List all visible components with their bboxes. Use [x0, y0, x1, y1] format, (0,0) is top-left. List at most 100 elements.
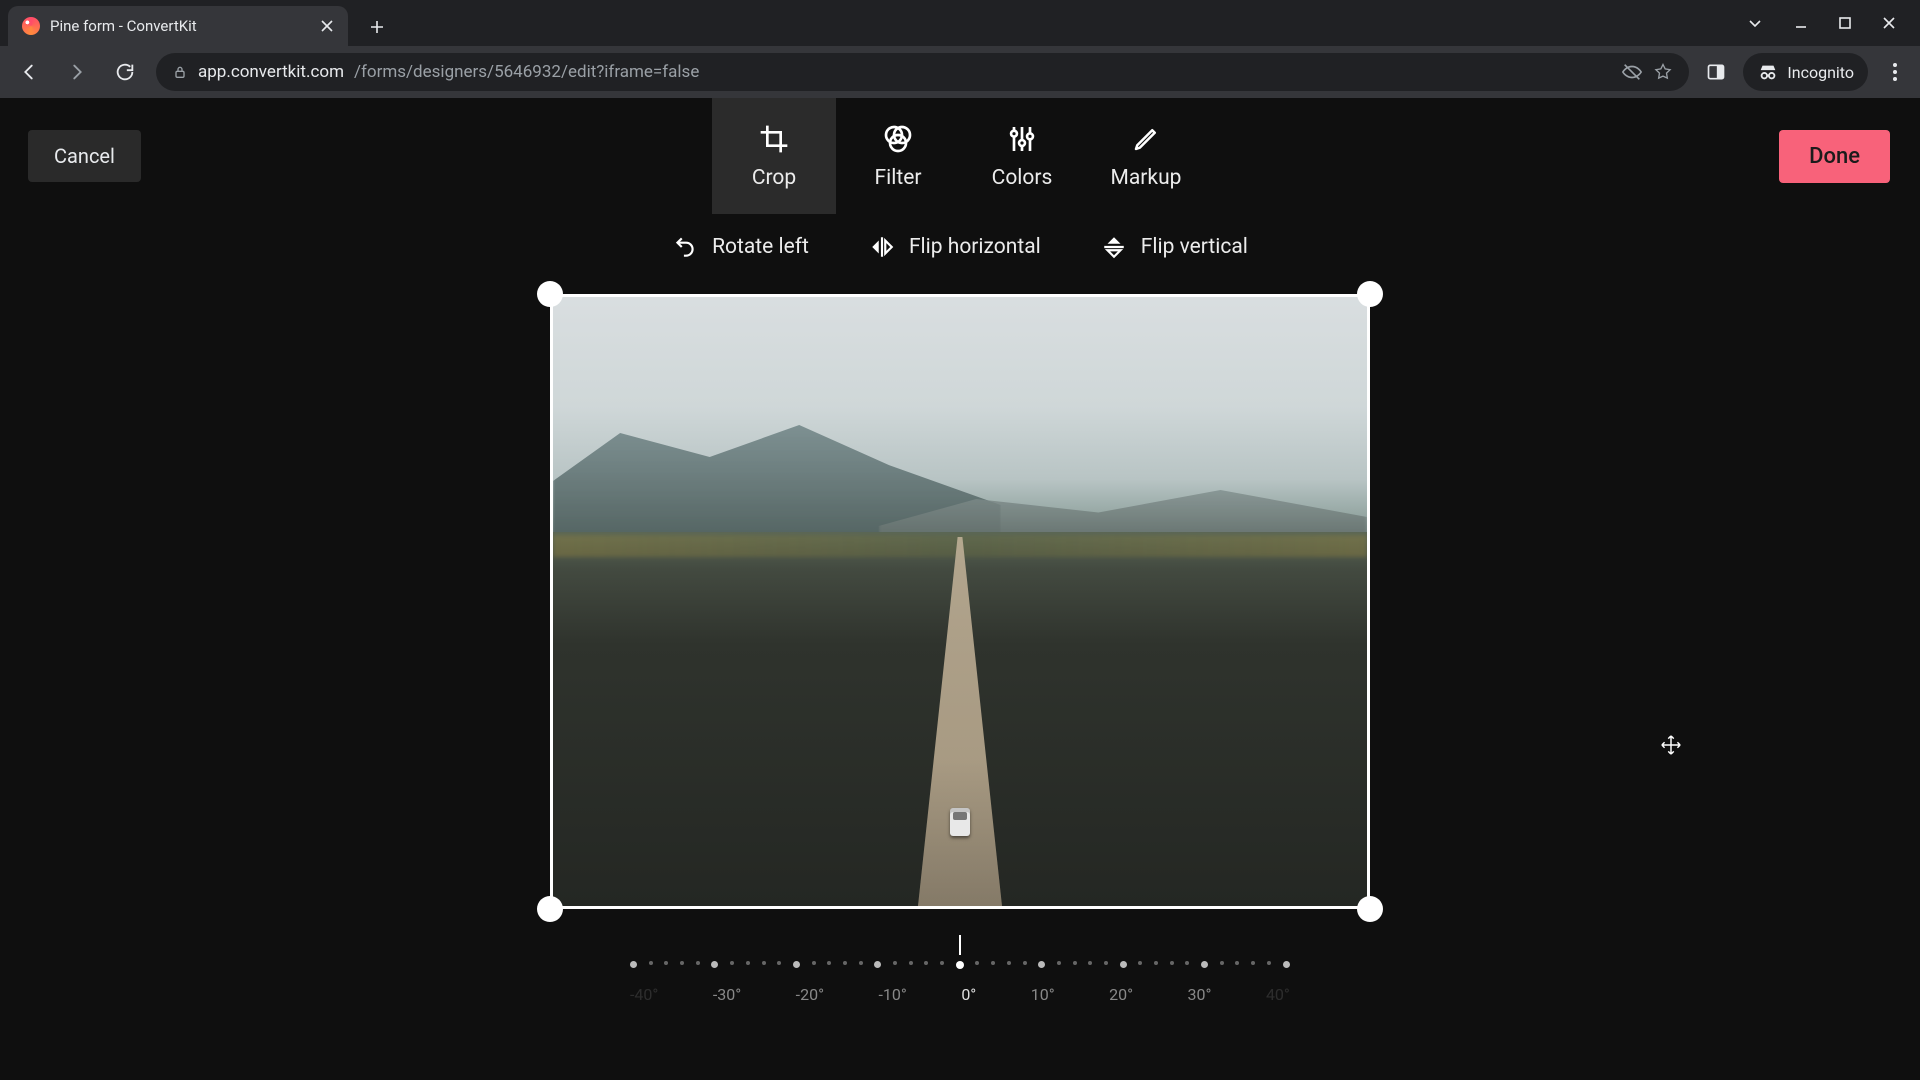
dial-tick [1154, 961, 1158, 965]
tab-colors-label: Colors [992, 166, 1053, 190]
filter-icon [881, 122, 915, 156]
dial-tick [956, 961, 964, 969]
dial-tick [1220, 961, 1224, 965]
tab-title: Pine form - ConvertKit [50, 17, 310, 35]
dial-tick [1251, 961, 1255, 965]
dial-tick [975, 961, 979, 965]
tab-colors[interactable]: Colors [960, 98, 1084, 214]
side-panel-icon[interactable] [1703, 59, 1729, 85]
tab-crop[interactable]: Crop [712, 98, 836, 214]
dial-tick [762, 961, 766, 965]
dial-label: 0° [961, 985, 976, 1004]
dial-label: -20° [796, 985, 824, 1004]
dial-tick [1283, 961, 1290, 968]
url-path: /forms/designers/5646932/edit?iframe=fal… [354, 62, 699, 82]
dial-tick [812, 961, 816, 965]
address-bar: app.convertkit.com/forms/designers/56469… [0, 46, 1920, 98]
minimize-icon[interactable] [1794, 16, 1808, 30]
lock-icon [172, 64, 188, 80]
dial-tick [1023, 961, 1027, 965]
favicon-icon [22, 17, 40, 35]
omnibox[interactable]: app.convertkit.com/forms/designers/56469… [156, 53, 1689, 91]
back-button[interactable] [12, 55, 46, 89]
dial-tick [843, 961, 847, 965]
dial-tick [680, 961, 684, 965]
dial-tick [1235, 961, 1239, 965]
dial-tick [1104, 961, 1108, 965]
close-tab-icon[interactable] [320, 19, 334, 33]
dial-tick [649, 961, 653, 965]
image-editor: Cancel Crop Filter Colors Markup Done [0, 98, 1920, 1080]
browser-tab[interactable]: Pine form - ConvertKit [8, 6, 348, 46]
dial-tick [859, 961, 863, 965]
bookmark-star-icon[interactable] [1653, 62, 1673, 82]
crop-handle-top-right[interactable] [1357, 281, 1383, 307]
dial-label: -10° [878, 985, 906, 1004]
dial-tick [1038, 961, 1045, 968]
crop-frame[interactable] [550, 294, 1370, 909]
incognito-label: Incognito [1787, 63, 1854, 82]
browser-chrome: Pine form - ConvertKit app.convertkit.co… [0, 0, 1920, 98]
dial-label: 30° [1188, 985, 1212, 1004]
rotate-left-button[interactable]: Rotate left [672, 234, 809, 260]
new-tab-button[interactable] [362, 12, 392, 42]
dial-needle [959, 935, 961, 955]
dial-tick [1267, 961, 1271, 965]
crop-handle-bottom-left[interactable] [537, 896, 563, 922]
crop-icon [757, 122, 791, 156]
dial-tick [696, 961, 700, 965]
crop-canvas[interactable] [550, 294, 1370, 909]
pencil-icon [1129, 122, 1163, 156]
dial-tick [1007, 961, 1011, 965]
tab-bar: Pine form - ConvertKit [0, 0, 1920, 46]
dial-tick [777, 961, 781, 965]
incognito-chip[interactable]: Incognito [1743, 53, 1868, 91]
crop-handle-bottom-right[interactable] [1357, 896, 1383, 922]
dial-track[interactable] [630, 961, 1290, 975]
tab-filter[interactable]: Filter [836, 98, 960, 214]
dial-tick [1201, 961, 1208, 968]
incognito-eye-icon[interactable] [1621, 61, 1643, 83]
dial-tick [874, 961, 881, 968]
maximize-icon[interactable] [1838, 16, 1852, 30]
flip-vertical-button[interactable]: Flip vertical [1101, 234, 1248, 260]
dial-tick [924, 961, 928, 965]
kebab-menu-icon[interactable] [1882, 59, 1908, 85]
image-preview[interactable] [553, 297, 1367, 906]
dial-tick [730, 961, 734, 965]
dial-tick [1170, 961, 1174, 965]
tab-search-icon[interactable] [1746, 14, 1764, 32]
dial-tick [1120, 961, 1127, 968]
sliders-icon [1005, 122, 1039, 156]
cancel-button[interactable]: Cancel [28, 130, 141, 182]
move-cursor-icon [1660, 734, 1682, 756]
mode-tabs: Crop Filter Colors Markup [712, 98, 1208, 214]
dial-labels: -40°-30°-20°-10°0°10°20°30°40° [630, 985, 1290, 1004]
flip-horizontal-button[interactable]: Flip horizontal [869, 234, 1041, 260]
tab-markup[interactable]: Markup [1084, 98, 1208, 214]
window-controls [1722, 0, 1920, 46]
dial-label: -40° [630, 985, 658, 1004]
done-label: Done [1809, 144, 1860, 169]
dial-tick [991, 961, 995, 965]
forward-button[interactable] [60, 55, 94, 89]
dial-label: -30° [713, 985, 741, 1004]
dial-tick [909, 961, 913, 965]
dial-label: 40° [1266, 985, 1290, 1004]
crop-sub-actions: Rotate left Flip horizontal Flip vertica… [0, 234, 1920, 260]
rotate-left-icon [672, 234, 698, 260]
dial-tick [630, 961, 637, 968]
done-button[interactable]: Done [1779, 130, 1890, 183]
tab-markup-label: Markup [1111, 166, 1182, 190]
flip-horizontal-label: Flip horizontal [909, 235, 1041, 259]
rotation-dial[interactable]: -40°-30°-20°-10°0°10°20°30°40° [630, 935, 1290, 1004]
dial-label: 20° [1109, 985, 1133, 1004]
editor-top-row: Cancel Crop Filter Colors Markup Done [0, 98, 1920, 214]
close-window-icon[interactable] [1882, 16, 1896, 30]
crop-handle-top-left[interactable] [537, 281, 563, 307]
flip-vertical-label: Flip vertical [1141, 235, 1248, 259]
incognito-icon [1757, 61, 1779, 83]
url-host: app.convertkit.com [198, 62, 344, 82]
tab-filter-label: Filter [875, 166, 922, 190]
reload-button[interactable] [108, 55, 142, 89]
